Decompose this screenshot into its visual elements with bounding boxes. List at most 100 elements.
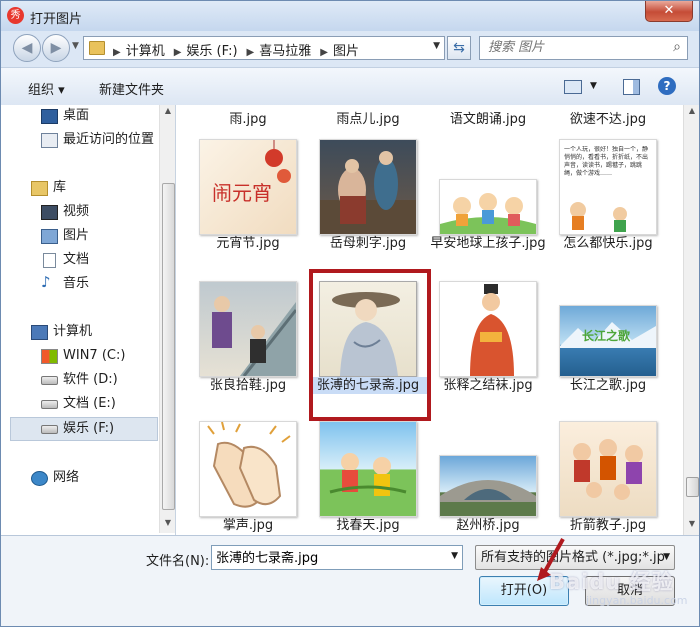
kids-playing-illustration — [570, 202, 627, 232]
file-thumbnail — [439, 455, 537, 517]
forward-button[interactable]: ▶ — [42, 34, 70, 62]
title-bar: 秀 打开图片 ✕ — [1, 1, 699, 31]
file-thumbnail — [439, 179, 537, 235]
address-dropdown-icon[interactable]: ▼ — [433, 41, 440, 51]
sidebar-item-drive-f[interactable]: 娱乐 (F:) — [10, 417, 158, 441]
file-name: 张良拾鞋.jpg — [209, 378, 287, 393]
file-list-scroll-thumb[interactable] — [686, 477, 699, 497]
recent-locations-dropdown[interactable]: ▼ — [72, 41, 79, 51]
file-name: 欲速不达.jpg — [569, 112, 647, 127]
breadcrumb-pictures[interactable]: 图片 — [333, 44, 359, 59]
filename-field[interactable]: ▼ — [211, 545, 463, 570]
selection-highlight-box — [309, 269, 431, 421]
sidebar-item-label: 音乐 — [63, 276, 90, 291]
sidebar-item-label: 娱乐 (F:) — [63, 421, 115, 436]
open-picture-dialog: 秀 打开图片 ✕ ◀ ▶ ▼ ▶ 计算机 ▶ 娱乐 (F:) ▶ 喜马拉雅 ▶ 图片 ▼ ⇆ … — [0, 0, 700, 627]
search-box[interactable]: ⌕ — [479, 36, 688, 60]
search-icon[interactable]: ⌕ — [673, 39, 681, 55]
address-bar[interactable]: ▶ 计算机 ▶ 娱乐 (F:) ▶ 喜马拉雅 ▶ 图片 ▼ — [83, 36, 445, 60]
file-thumbnail — [199, 421, 297, 517]
zhang-shizhi-illustration — [470, 284, 514, 376]
preview-pane-button[interactable] — [620, 76, 642, 96]
lantern-illustration: 闹元宵 — [212, 140, 291, 205]
file-tile[interactable]: 一个人玩，很好！独自一个，静悄悄的，看看书，折折纸，不出声音，读读书，踢毽子，跳… — [549, 139, 669, 279]
sidebar-scrollbar[interactable]: ▲ ▼ — [159, 105, 175, 533]
file-thumbnail — [199, 281, 297, 377]
file-tile[interactable]: 张良拾鞋.jpg — [189, 281, 309, 421]
breadcrumb-separator-icon[interactable]: ▶ — [247, 47, 255, 58]
sidebar-item-videos[interactable]: 视频 — [1, 201, 157, 223]
drive-icon — [41, 400, 58, 409]
view-options-icon[interactable] — [564, 80, 582, 94]
video-icon — [41, 205, 58, 220]
scroll-up-icon[interactable]: ▲ — [684, 106, 699, 120]
sidebar-item-network[interactable]: 网络 — [1, 467, 157, 489]
sidebar-item-pictures[interactable]: 图片 — [1, 225, 157, 247]
breadcrumb-himalaya[interactable]: 喜马拉雅 — [259, 44, 311, 59]
sidebar-item-libraries[interactable]: 库 — [1, 177, 157, 199]
file-tile[interactable]: 长江之歌 长江之歌.jpg — [549, 281, 669, 421]
file-tile[interactable]: 折箭教子.jpg — [549, 421, 669, 535]
command-bar: 组织 ▾ 新建文件夹 ▼ ? — [1, 67, 699, 107]
file-thumbnail — [319, 421, 417, 517]
file-name: 语文朗诵.jpg — [449, 112, 527, 127]
sidebar-item-computer[interactable]: 计算机 — [1, 321, 157, 343]
breadcrumb-separator-icon[interactable]: ▶ — [174, 47, 182, 58]
sidebar-item-drive-e[interactable]: 文档 (E:) — [1, 393, 157, 415]
sidebar-item-label: 文档 (E:) — [63, 396, 116, 411]
zhaozhou-bridge-illustration — [440, 480, 536, 502]
sidebar-item-documents[interactable]: 文档 — [1, 249, 157, 271]
breadcrumb-separator-icon[interactable]: ▶ — [320, 47, 328, 58]
file-list-scrollbar[interactable]: ▲ ▼ — [683, 105, 699, 535]
filename-input[interactable] — [212, 546, 436, 567]
close-button[interactable]: ✕ — [645, 1, 693, 22]
file-thumbnail: 一个人玩，很好！独自一个，静悄悄的，看看书，折折纸，不出声音，读读书，踢毽子，跳… — [559, 139, 657, 235]
drive-icon — [41, 376, 58, 385]
file-name: 找春天.jpg — [336, 518, 400, 533]
desktop-icon — [41, 109, 58, 124]
breadcrumb: ▶ 计算机 ▶ 娱乐 (F:) ▶ 喜马拉雅 ▶ 图片 — [109, 40, 364, 59]
file-thumbnail: 长江之歌 — [559, 305, 657, 377]
help-button[interactable]: ? — [656, 76, 678, 96]
breadcrumb-separator-icon[interactable]: ▶ — [113, 47, 121, 58]
recent-places-icon — [41, 133, 58, 148]
sidebar-scroll-thumb[interactable] — [162, 183, 175, 510]
file-tile[interactable]: 岳母刺字.jpg — [309, 139, 429, 279]
file-thumbnail: 闹元宵 — [199, 139, 297, 235]
file-tile[interactable]: 早安地球上孩子.jpg — [429, 139, 549, 279]
scroll-up-icon[interactable]: ▲ — [160, 106, 175, 120]
sidebar-item-label: 库 — [53, 180, 67, 195]
sidebar-item-drive-c[interactable]: WIN7 (C:) — [1, 345, 157, 367]
file-name: 岳母刺字.jpg — [329, 236, 407, 251]
sidebar-item-drive-d[interactable]: 软件 (D:) — [1, 369, 157, 391]
view-dropdown-icon[interactable]: ▼ — [590, 81, 597, 91]
refresh-button[interactable]: ⇆ — [447, 36, 471, 60]
file-name: 掌声.jpg — [222, 518, 274, 533]
file-tile[interactable]: 掌声.jpg — [189, 421, 309, 535]
network-icon — [31, 471, 48, 486]
library-icon — [31, 181, 48, 196]
file-tile[interactable]: 赵州桥.jpg — [429, 421, 549, 535]
zhang-liang-illustration — [212, 296, 296, 376]
documents-icon — [43, 253, 56, 268]
file-tile[interactable]: 张释之结袜.jpg — [429, 281, 549, 421]
scroll-down-icon[interactable]: ▼ — [684, 519, 699, 533]
scroll-down-icon[interactable]: ▼ — [160, 518, 175, 532]
file-tile[interactable]: 找春天.jpg — [309, 421, 429, 535]
back-button[interactable]: ◀ — [13, 34, 41, 62]
filename-dropdown-icon[interactable]: ▼ — [451, 551, 458, 561]
help-icon: ? — [658, 77, 676, 95]
file-thumbnail — [559, 421, 657, 517]
organize-button[interactable]: 组织 ▾ — [28, 79, 65, 98]
spring-kids-illustration — [329, 453, 407, 496]
sidebar-item-label: WIN7 (C:) — [63, 348, 126, 363]
breadcrumb-drive-f[interactable]: 娱乐 (F:) — [186, 44, 237, 59]
sidebar-item-recent-places[interactable]: 最近访问的位置 — [1, 129, 157, 151]
sidebar-item-music[interactable]: ♪ 音乐 — [1, 273, 157, 295]
new-folder-button[interactable]: 新建文件夹 — [99, 79, 164, 98]
search-input[interactable] — [480, 37, 658, 57]
breadcrumb-computer[interactable]: 计算机 — [126, 44, 165, 59]
file-tile[interactable]: 闹元宵 元宵节.jpg — [189, 139, 309, 279]
folder-icon — [89, 41, 105, 55]
sidebar-item-desktop[interactable]: 桌面 — [1, 105, 157, 127]
